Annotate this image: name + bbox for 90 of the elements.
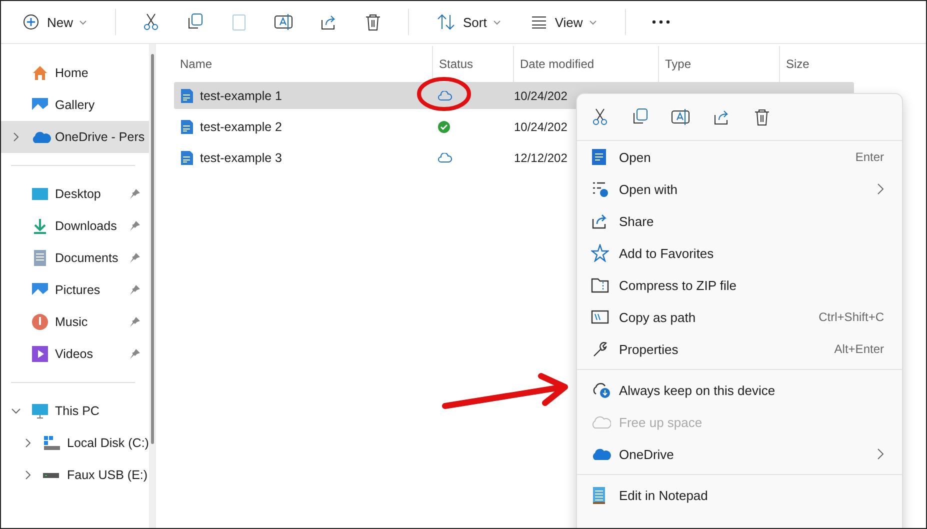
house-icon — [31, 64, 49, 82]
document-icon — [180, 88, 194, 104]
sidebar-item[interactable]: Gallery — [1, 89, 149, 121]
plus-icon — [23, 14, 39, 30]
caret-icon — [588, 20, 597, 24]
chevron-icon[interactable] — [25, 470, 31, 480]
menu-item[interactable]: Open Enter — [577, 141, 902, 173]
menu-item[interactable]: Open with — [577, 173, 902, 205]
cloud-download-icon — [591, 381, 611, 399]
pin-icon[interactable] — [129, 220, 141, 232]
document-icon — [591, 148, 607, 166]
caret-icon — [79, 20, 88, 24]
date-cell: 10/24/202 — [514, 88, 568, 102]
sort-icon — [437, 14, 456, 30]
rename-icon[interactable] — [274, 13, 294, 31]
sidebar-item[interactable]: Home — [1, 57, 149, 89]
sidebar-item[interactable]: Local Disk (C:) — [1, 427, 149, 459]
pin-icon[interactable] — [129, 284, 141, 296]
file-name: test-example 3 — [200, 150, 282, 164]
cut-icon[interactable] — [142, 13, 160, 31]
menu-item[interactable]: Compress to ZIP file — [577, 269, 902, 301]
date-cell: 10/24/202 — [514, 120, 568, 134]
copy-icon[interactable] — [186, 13, 204, 31]
pin-icon[interactable] — [129, 316, 141, 328]
copy-icon[interactable] — [631, 108, 649, 126]
document-icon — [180, 118, 194, 134]
sidebar-item[interactable]: OneDrive - Pers — [1, 121, 149, 153]
share-icon — [591, 212, 609, 230]
menu-item[interactable]: Share — [577, 205, 902, 237]
monitor-icon — [31, 402, 49, 420]
pin-icon[interactable] — [129, 188, 141, 200]
shortcut-text: Ctrl+Shift+C — [818, 310, 884, 324]
view-button[interactable]: View — [528, 10, 599, 34]
picture-icon — [31, 96, 49, 114]
column-header[interactable]: Name — [174, 46, 432, 82]
drive-icon — [43, 472, 59, 478]
menu-item[interactable]: Add to Favorites — [577, 237, 902, 269]
sidebar-item[interactable]: This PC — [1, 395, 149, 427]
list-view-icon — [530, 15, 547, 29]
menu-item[interactable]: Properties Alt+Enter — [577, 333, 902, 365]
highlight-circle — [416, 76, 472, 112]
sidebar-item[interactable]: Desktop — [1, 178, 149, 210]
sidebar-item[interactable]: Videos — [1, 338, 149, 370]
cut-icon[interactable] — [591, 108, 609, 126]
cloud-icon — [31, 130, 51, 144]
download-icon — [31, 217, 49, 235]
file-row[interactable]: test-example 2 10/24/202 — [174, 113, 854, 140]
scrollbar[interactable] — [148, 44, 155, 528]
sort-button[interactable]: Sort — [435, 10, 503, 34]
sidebar-item[interactable]: Documents — [1, 242, 149, 274]
sidebar-item[interactable]: Music — [1, 306, 149, 338]
chevron-icon[interactable] — [11, 408, 21, 414]
file-name: test-example 1 — [200, 88, 282, 102]
list-icon — [591, 180, 609, 198]
file-name: test-example 2 — [200, 120, 282, 134]
document-icon — [31, 249, 49, 267]
music-icon — [31, 313, 49, 331]
path-icon — [591, 309, 609, 325]
chevron-icon[interactable] — [13, 132, 19, 142]
desktop-icon — [31, 185, 49, 203]
pin-icon[interactable] — [129, 348, 141, 360]
sidebar-item[interactable]: Pictures — [1, 274, 149, 306]
share-icon[interactable] — [713, 108, 731, 126]
sidebar-item[interactable]: Faux USB (E:) — [1, 459, 149, 491]
menu-item[interactable]: Always keep on this device — [577, 374, 902, 406]
video-icon — [31, 345, 49, 363]
star-icon — [591, 244, 609, 262]
new-button[interactable]: New — [21, 10, 90, 34]
menu-item[interactable]: OneDrive — [577, 438, 902, 470]
sidebar-item[interactable]: Downloads — [1, 210, 149, 242]
more-icon[interactable] — [652, 20, 670, 24]
pin-icon[interactable] — [129, 252, 141, 264]
notepad-icon — [591, 485, 607, 505]
caret-icon — [492, 20, 501, 24]
shortcut-text: Alt+Enter — [834, 342, 884, 356]
chevron-icon[interactable] — [25, 438, 31, 448]
rename-icon[interactable] — [671, 108, 691, 126]
cloud-icon — [591, 447, 611, 461]
shortcut-text: Enter — [855, 150, 884, 164]
cloud-icon — [591, 415, 611, 429]
drive-icon — [43, 435, 61, 451]
delete-icon[interactable] — [364, 13, 382, 31]
delete-icon[interactable] — [753, 108, 771, 126]
wrench-icon — [591, 340, 609, 358]
picture-icon — [31, 281, 49, 299]
date-cell: 12/12/202 — [514, 150, 568, 164]
document-icon — [180, 150, 194, 166]
zip-folder-icon — [591, 277, 609, 293]
menu-item[interactable]: Copy as path Ctrl+Shift+C — [577, 301, 902, 333]
menu-item[interactable]: Edit in Notepad — [577, 479, 902, 511]
